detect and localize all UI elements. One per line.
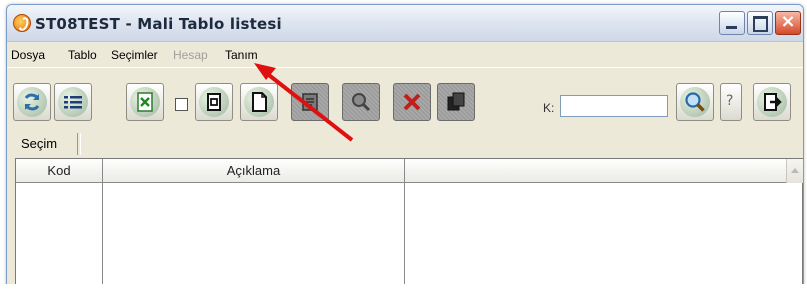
annotation-arrow-line [263, 70, 354, 142]
annotation-arrow [254, 63, 354, 142]
